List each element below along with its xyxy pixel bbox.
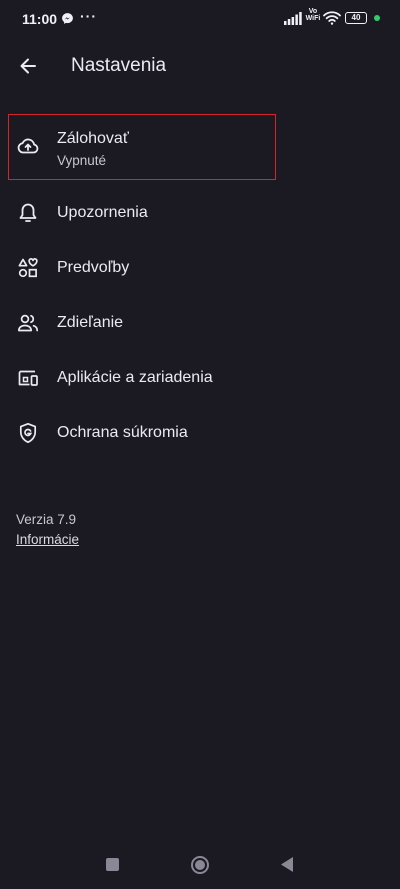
shield-icon bbox=[19, 422, 37, 444]
settings-item-label: Zálohovať bbox=[57, 130, 129, 147]
devices-icon bbox=[18, 370, 38, 386]
settings-item-apps-devices[interactable]: Aplikácie a zariadenia bbox=[0, 351, 400, 406]
vowifi-indicator: Vo WiFi bbox=[305, 8, 321, 22]
settings-item-label: Aplikácie a zariadenia bbox=[57, 369, 213, 386]
shapes-icon bbox=[18, 258, 38, 278]
settings-item-privacy[interactable]: Ochrana súkromia bbox=[0, 406, 400, 461]
more-notifications-icon: ··· bbox=[80, 8, 97, 24]
wifi-icon bbox=[323, 11, 341, 25]
nav-back-button[interactable] bbox=[280, 856, 294, 873]
status-bar: 11:00 ··· Vo WiFi 40 bbox=[0, 0, 400, 40]
signal-icon bbox=[284, 12, 302, 25]
cloud-upload-icon bbox=[17, 138, 39, 154]
arrow-left-icon bbox=[20, 58, 36, 74]
nav-home-button[interactable] bbox=[190, 855, 210, 875]
page-title: Nastavenia bbox=[71, 55, 167, 76]
settings-item-label: Zdieľanie bbox=[57, 314, 124, 331]
settings-item-status: Vypnuté bbox=[57, 153, 107, 168]
settings-item-label: Ochrana súkromia bbox=[57, 424, 188, 441]
settings-item-label: Upozornenia bbox=[57, 204, 148, 221]
vowifi-bottom: WiFi bbox=[305, 15, 321, 22]
settings-item-sharing[interactable]: Zdieľanie bbox=[0, 296, 400, 351]
messenger-icon bbox=[62, 13, 73, 24]
settings-item-label: Predvoľby bbox=[57, 259, 130, 276]
battery-icon: 40 bbox=[345, 12, 367, 24]
info-link[interactable]: Informácie bbox=[16, 532, 79, 547]
settings-item-notifications[interactable]: Upozornenia bbox=[0, 186, 400, 241]
privacy-indicator-dot bbox=[374, 15, 380, 21]
app-version: Verzia 7.9 bbox=[16, 512, 77, 527]
settings-item-preferences[interactable]: Predvoľby bbox=[0, 241, 400, 296]
bell-icon bbox=[19, 203, 37, 222]
nav-recents-button[interactable] bbox=[106, 858, 119, 871]
people-icon bbox=[17, 314, 39, 332]
vowifi-top: Vo bbox=[308, 8, 318, 15]
back-button[interactable] bbox=[12, 50, 44, 82]
status-time: 11:00 bbox=[22, 11, 58, 27]
settings-item-backup[interactable]: Zálohovať Vypnuté bbox=[0, 118, 400, 178]
